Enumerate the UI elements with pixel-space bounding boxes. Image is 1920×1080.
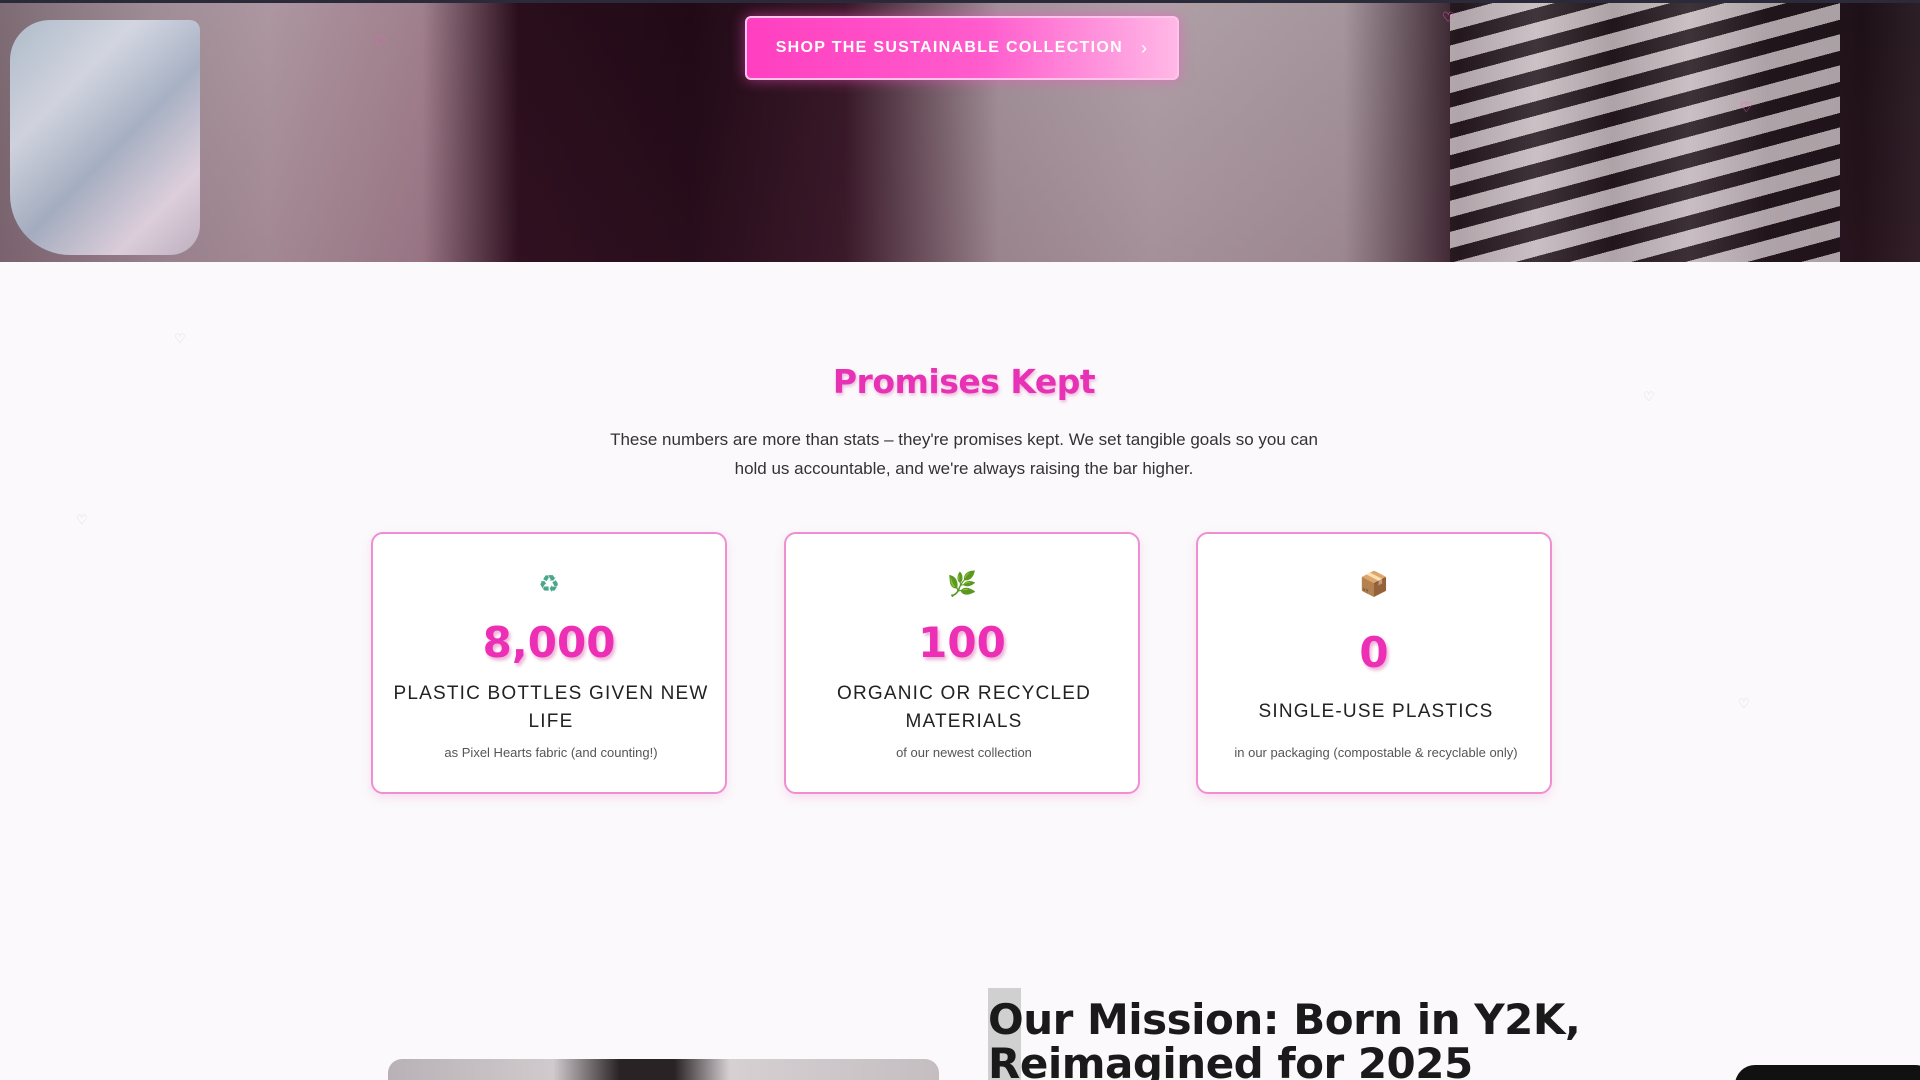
heart-icon: ♡ — [174, 332, 186, 347]
stat-card: 📦 0 SINGLE-USE PLASTICS in our packaging… — [1196, 532, 1552, 794]
stat-card: ♻ 8,000 PLASTIC BOTTLES GIVEN NEW LIFE a… — [371, 532, 727, 794]
heart-icon: ♡ — [1738, 697, 1750, 712]
stat-label: PLASTIC BOTTLES GIVEN NEW LIFE — [393, 683, 709, 732]
heart-icon: ♡ — [1740, 100, 1753, 116]
section-title: Promises Kept — [832, 362, 1096, 401]
stat-sub: in our packaging (compostable & recyclab… — [1234, 745, 1518, 760]
heart-icon: ♡ — [1442, 10, 1455, 26]
mission-image — [388, 1059, 939, 1080]
leaf-icon: 🌿 — [947, 570, 977, 598]
recycle-icon: ♻ — [538, 570, 560, 598]
chevron-right-icon: › — [1140, 37, 1149, 58]
shop-sustainable-collection-button[interactable]: SHOP THE SUSTAINABLE COLLECTION › — [745, 16, 1179, 80]
stat-value: 100 — [918, 618, 1006, 667]
chat-widget-button[interactable] — [1735, 1065, 1920, 1080]
mission-heading: Our Mission: Born in Y2K, Reimagined for… — [988, 995, 1581, 1080]
cta-label: SHOP THE SUSTAINABLE COLLECTION — [775, 39, 1123, 56]
stat-value: 8,000 — [482, 618, 616, 667]
stat-label: SINGLE-USE PLASTICS — [1258, 701, 1494, 722]
page: ♡ ♡ ♡ SHOP THE SUSTAINABLE COLLECTION › … — [0, 0, 1920, 1080]
stat-sub: as Pixel Hearts fabric (and counting!) — [444, 745, 658, 760]
section-intro: These numbers are more than stats – they… — [610, 430, 1318, 478]
package-icon: 📦 — [1359, 570, 1389, 598]
heart-icon: ♡ — [374, 34, 387, 50]
heart-icon: ♡ — [76, 513, 88, 528]
hero-banner: ♡ ♡ ♡ SHOP THE SUSTAINABLE COLLECTION › — [0, 0, 1920, 262]
hero-image-bag — [10, 20, 200, 255]
top-border — [0, 0, 1920, 3]
stat-sub: of our newest collection — [896, 745, 1032, 760]
stat-card: 🌿 100 ORGANIC OR RECYCLED MATERIALS of o… — [784, 532, 1140, 794]
hero-image-zebra-top — [1450, 0, 1840, 262]
stat-label: ORGANIC OR RECYCLED MATERIALS — [836, 683, 1091, 732]
stat-value: 0 — [1359, 628, 1389, 677]
